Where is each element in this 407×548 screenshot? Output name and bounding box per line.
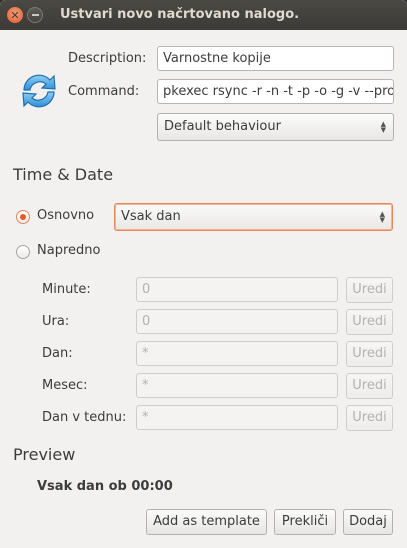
combo-arrows-icon: ▲ ▼ — [379, 210, 385, 224]
refresh-icon — [16, 68, 62, 114]
cancel-button[interactable]: Prekliči — [274, 509, 336, 535]
month-edit-button[interactable]: Uredi — [346, 373, 393, 399]
hour-label: Ura: — [42, 314, 70, 329]
dialog-window: ✕ Ustvari novo načrtovano nalogo. Descri… — [0, 0, 407, 548]
titlebar: ✕ Ustvari novo načrtovano nalogo. — [0, 0, 407, 30]
behaviour-value: Default behaviour — [164, 119, 281, 134]
preview-text: Vsak dan ob 00:00 — [37, 479, 173, 494]
combo-arrows-icon: ▲ ▼ — [380, 120, 386, 134]
minute-edit-button[interactable]: Uredi — [346, 277, 393, 303]
description-input[interactable]: Varnostne kopije — [157, 46, 394, 71]
weekday-input[interactable]: * — [136, 405, 338, 430]
preview-heading: Preview — [13, 445, 76, 464]
hour-input[interactable]: 0 — [136, 309, 338, 334]
basic-frequency-value: Vsak dan — [121, 209, 181, 224]
minute-input[interactable]: 0 — [136, 277, 338, 302]
command-label: Command: — [68, 84, 140, 99]
window-title: Ustvari novo načrtovano nalogo. — [60, 7, 300, 22]
day-label: Dan: — [42, 346, 73, 361]
basic-frequency-combo[interactable]: Vsak dan ▲ ▼ — [114, 203, 393, 231]
advanced-label[interactable]: Napredno — [37, 243, 100, 258]
weekday-label: Dan v tednu: — [42, 410, 127, 425]
month-input[interactable]: * — [136, 373, 338, 398]
basic-radio[interactable] — [16, 210, 30, 224]
day-edit-button[interactable]: Uredi — [346, 341, 393, 367]
description-label: Description: — [68, 51, 147, 66]
minute-label: Minute: — [42, 282, 91, 297]
weekday-edit-button[interactable]: Uredi — [346, 405, 393, 431]
behaviour-combo[interactable]: Default behaviour ▲ ▼ — [157, 113, 394, 141]
hour-edit-button[interactable]: Uredi — [346, 309, 393, 335]
month-label: Mesec: — [42, 378, 88, 393]
basic-label[interactable]: Osnovno — [37, 208, 94, 223]
advanced-radio[interactable] — [16, 245, 30, 259]
command-input[interactable]: pkexec rsync -r -n -t -p -o -g -v --prog — [157, 79, 394, 104]
add-as-template-button[interactable]: Add as template — [146, 509, 267, 535]
day-input[interactable]: * — [136, 341, 338, 366]
minimize-icon[interactable] — [27, 7, 43, 23]
add-button[interactable]: Dodaj — [343, 509, 393, 535]
time-date-heading: Time & Date — [13, 165, 114, 184]
close-icon[interactable]: ✕ — [7, 7, 23, 23]
